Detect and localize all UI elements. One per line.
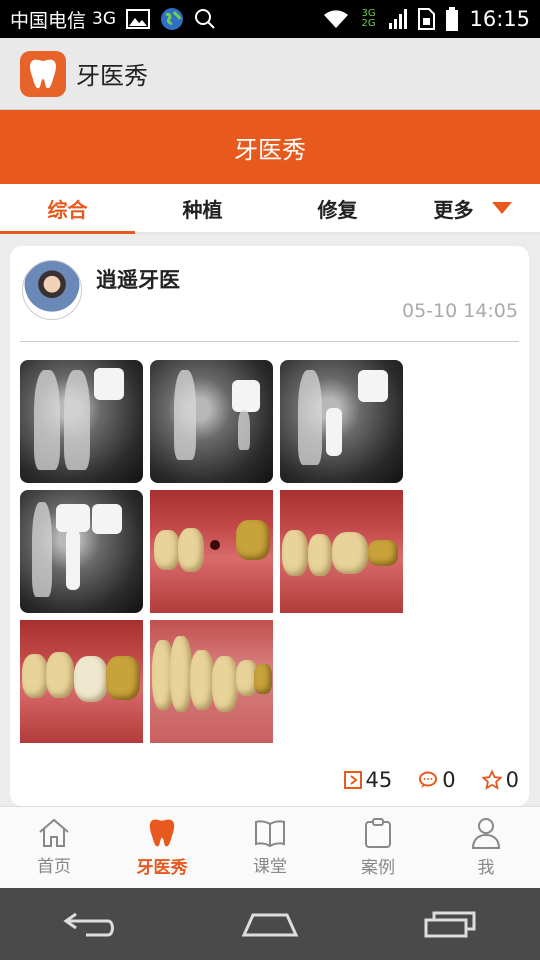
globe-icon (160, 7, 184, 31)
nav-label: 牙医秀 (136, 858, 188, 878)
nav-label: 案例 (361, 858, 395, 878)
tab-label: 种植 (182, 197, 223, 222)
nav-tooth-show[interactable]: 牙医秀 (108, 807, 216, 888)
app-title-bar: 牙医秀 (0, 38, 540, 110)
recent-apps-button[interactable] (410, 899, 490, 949)
signal-label: 3G 2G (361, 8, 376, 29)
page-title: 牙医秀 (234, 135, 306, 164)
tab-more[interactable]: 更多 (405, 184, 540, 232)
back-arrow-icon (63, 912, 114, 937)
post-image[interactable] (150, 490, 273, 613)
share-icon (343, 771, 362, 789)
clock: 16:15 (469, 7, 530, 31)
home-shape-icon (241, 913, 299, 937)
post-card[interactable]: 逍遥牙医 05-10 14:05 45 0 0 (10, 246, 529, 806)
tooth-icon (149, 819, 175, 847)
views-count: 45 (365, 768, 393, 792)
network-type: 3G (92, 9, 117, 29)
home-button[interactable] (230, 899, 310, 949)
recent-apps-icon (424, 911, 476, 938)
tooth-logo-icon[interactable] (20, 50, 66, 97)
tab-restoration[interactable]: 修复 (270, 184, 405, 232)
nav-me[interactable]: 我 (432, 807, 540, 888)
book-icon (255, 820, 285, 848)
nav-classroom[interactable]: 课堂 (216, 807, 324, 888)
post-image[interactable] (280, 490, 403, 613)
back-button[interactable] (50, 899, 130, 949)
search-icon (194, 8, 216, 30)
wifi-icon (321, 8, 351, 30)
tab-comprehensive[interactable]: 综合 (0, 184, 135, 234)
avatar[interactable] (22, 260, 82, 320)
post-image[interactable] (20, 360, 143, 483)
system-nav-bar (0, 888, 540, 960)
bottom-nav: 首页 牙医秀 课堂 案例 我 (0, 806, 540, 888)
tab-implant[interactable]: 种植 (135, 184, 270, 232)
post-image[interactable] (150, 360, 273, 483)
comment-icon (419, 771, 438, 788)
signal-bars-icon (389, 9, 408, 29)
page-header: 牙医秀 (0, 110, 540, 184)
author-name[interactable]: 逍遥牙医 (96, 264, 180, 294)
post-image[interactable] (20, 490, 143, 613)
tab-label: 更多 (433, 197, 474, 222)
category-tabs: 综合 种植 修复 更多 (0, 184, 540, 234)
clipboard-icon (365, 818, 391, 848)
tab-label: 修复 (317, 197, 358, 222)
home-icon (39, 818, 69, 847)
nav-cases[interactable]: 案例 (324, 807, 432, 888)
post-image[interactable] (20, 620, 143, 743)
post-timestamp: 05-10 14:05 (401, 300, 518, 322)
carrier-label: 中国电信 (10, 9, 87, 32)
tab-label: 综合 (47, 197, 88, 222)
nav-label: 课堂 (253, 857, 287, 877)
post-image[interactable] (150, 620, 273, 743)
nav-label: 首页 (37, 857, 71, 877)
favorites-stat[interactable]: 0 (481, 768, 519, 792)
comments-stat[interactable]: 0 (418, 768, 456, 792)
divider (20, 341, 519, 342)
image-notification-icon (126, 9, 151, 29)
nav-home[interactable]: 首页 (0, 807, 108, 888)
nav-label: 我 (477, 858, 495, 878)
favorites-count: 0 (505, 768, 519, 792)
post-image[interactable] (280, 360, 403, 483)
post-stats: 45 0 0 (318, 768, 519, 792)
comments-count: 0 (442, 768, 456, 792)
battery-icon (445, 7, 459, 31)
app-title: 牙医秀 (76, 62, 148, 90)
star-icon (481, 770, 502, 790)
person-icon (471, 818, 501, 849)
views-stat[interactable]: 45 (343, 768, 393, 792)
sim-icon (417, 8, 436, 30)
signal-icon: 3G 2G (361, 9, 379, 29)
status-bar: 中国电信 3G 3G 2G 16:15 (0, 0, 540, 38)
dropdown-triangle-icon (491, 202, 512, 214)
